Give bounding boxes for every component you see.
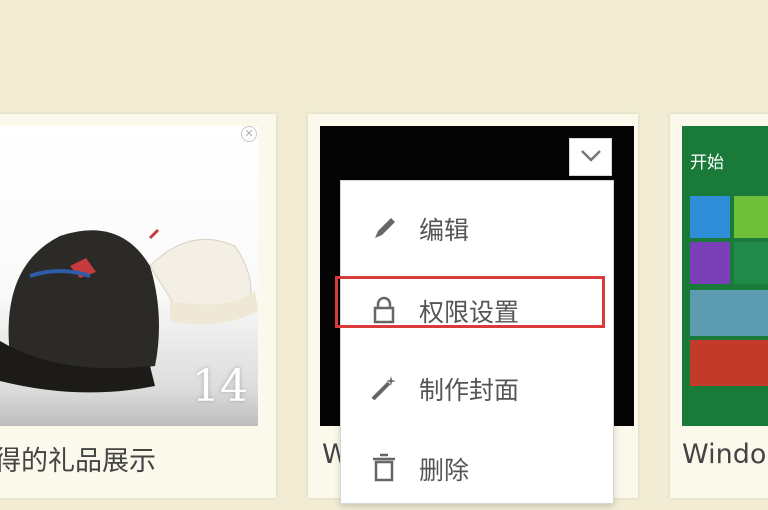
lock-icon	[373, 296, 395, 324]
tile	[734, 196, 768, 238]
tile	[690, 196, 730, 238]
magic-wand-icon	[371, 376, 396, 401]
menu-item-label: 权限设置	[419, 298, 520, 327]
tile	[690, 340, 768, 386]
menu-item-label: 编辑	[419, 216, 470, 245]
tile	[690, 242, 730, 284]
tile	[734, 242, 768, 284]
album-title[interactable]: 得的礼品展示	[0, 439, 156, 478]
menu-item-label: 删除	[419, 456, 470, 485]
menu-item-permissions[interactable]: 权限设置	[335, 276, 613, 339]
album-card-gifts[interactable]: 14 ✕ 得的礼品展示	[0, 114, 276, 498]
menu-item-delete[interactable]: 删除	[341, 437, 613, 497]
album-cover-image[interactable]: 14	[0, 126, 258, 426]
chevron-down-icon	[581, 150, 601, 162]
close-icon[interactable]: ✕	[241, 126, 257, 142]
album-options-menu: 编辑 权限设置 制作封面 删除	[335, 180, 614, 504]
pencil-icon	[375, 218, 395, 238]
album-options-button[interactable]	[569, 138, 612, 176]
menu-item-edit[interactable]: 编辑	[341, 197, 613, 257]
photo-count: 14	[192, 361, 248, 412]
trash-icon	[373, 453, 395, 482]
album-cover-image[interactable]: 开始	[682, 126, 768, 426]
tile	[690, 290, 768, 336]
album-title[interactable]: Windo	[682, 439, 766, 470]
menu-item-make-cover[interactable]: 制作封面	[341, 357, 613, 417]
album-card-windows[interactable]: 开始 Windo	[670, 114, 768, 498]
start-label: 开始	[690, 153, 724, 173]
menu-item-label: 制作封面	[419, 376, 520, 405]
